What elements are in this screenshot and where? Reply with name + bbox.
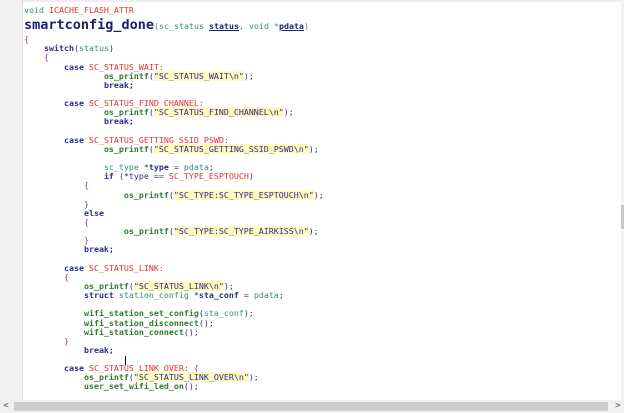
- code-line: break;: [24, 245, 324, 254]
- token: break;: [103, 116, 134, 127]
- code-body: { switch(status) { case SC_STATUS_WAIT: …: [24, 35, 324, 391]
- token: SC_STATUS_LINK:: [88, 262, 164, 273]
- horizontal-scroll-thumb[interactable]: [14, 402, 608, 411]
- token: break;: [103, 79, 134, 90]
- token: ): [248, 171, 254, 182]
- token: pdata: [253, 290, 279, 301]
- token: ): [108, 43, 114, 54]
- token: sta_conf: [198, 290, 239, 301]
- token: ();: [198, 317, 214, 328]
- token: (sc_status: [154, 21, 209, 32]
- token: ();: [183, 381, 199, 392]
- scroll-left-icon[interactable]: <: [0, 400, 12, 413]
- function-name: smartconfig_done: [24, 17, 155, 34]
- token: struct: [83, 290, 119, 301]
- token: os_printf: [103, 143, 149, 154]
- token: );: [248, 372, 259, 383]
- token: );: [308, 226, 319, 237]
- token: "SC_STATUS_FIND_CHANNEL\n": [153, 107, 284, 118]
- token: ): [303, 21, 309, 32]
- token: "SC_TYPE:SC_TYPE_ESPTOUCH\n": [173, 189, 314, 200]
- token: );: [283, 107, 294, 118]
- token: (*type ==: [118, 171, 169, 182]
- token: break;: [83, 244, 114, 255]
- code-line: user_set_wifi_led_on();: [24, 382, 324, 391]
- token: user_set_wifi_led_on: [83, 381, 184, 392]
- token: ICACHE_FLASH_ATTR: [48, 5, 134, 15]
- token: void: [24, 5, 49, 15]
- token: break;: [83, 344, 114, 355]
- token: os_printf: [123, 226, 169, 237]
- horizontal-scrollbar[interactable]: < >: [0, 400, 624, 413]
- token: );: [313, 189, 324, 200]
- token: "SC_STATUS_GETTING_SSID_PSWD\n": [153, 143, 309, 154]
- token: status: [209, 21, 239, 32]
- token: );: [243, 308, 254, 319]
- token: , void *: [238, 21, 279, 32]
- token: "SC_TYPE:SC_TYPE_AIRKISS\n": [173, 226, 309, 237]
- token: SC_TYPE_ESPTOUCH: [168, 171, 249, 182]
- token: ();: [183, 326, 199, 337]
- text-cursor: [125, 356, 126, 365]
- token: );: [243, 70, 254, 81]
- token: );: [308, 143, 319, 154]
- token: station_config: [118, 290, 194, 301]
- code-line: os_printf("SC_STATUS_GETTING_SSID_PSWD\n…: [24, 143, 324, 154]
- function-signature: smartconfig_done(sc_status status, void …: [24, 17, 324, 33]
- code-editor[interactable]: void ICACHE_FLASH_ATTR smartconfig_done(…: [24, 5, 324, 392]
- code-line: break;: [24, 79, 324, 90]
- token: wifi_station_connect: [83, 326, 184, 337]
- code-line: break;: [24, 344, 324, 355]
- code-line: switch(status): [24, 44, 324, 53]
- token: os_printf: [123, 189, 169, 200]
- token: "SC_STATUS_WAIT\n": [153, 70, 244, 81]
- code-line: struct station_config *sta_conf = pdata;: [24, 291, 324, 300]
- token: status: [78, 43, 109, 54]
- token: ;: [278, 290, 284, 301]
- scroll-right-icon[interactable]: >: [612, 400, 624, 413]
- top-border: [22, 0, 624, 2]
- token: if: [103, 171, 119, 182]
- code-line: break;: [24, 117, 324, 126]
- code-line: void ICACHE_FLASH_ATTR: [24, 5, 324, 15]
- token: =: [238, 290, 254, 301]
- token: pdata: [278, 21, 304, 32]
- editor-gutter: [0, 0, 23, 400]
